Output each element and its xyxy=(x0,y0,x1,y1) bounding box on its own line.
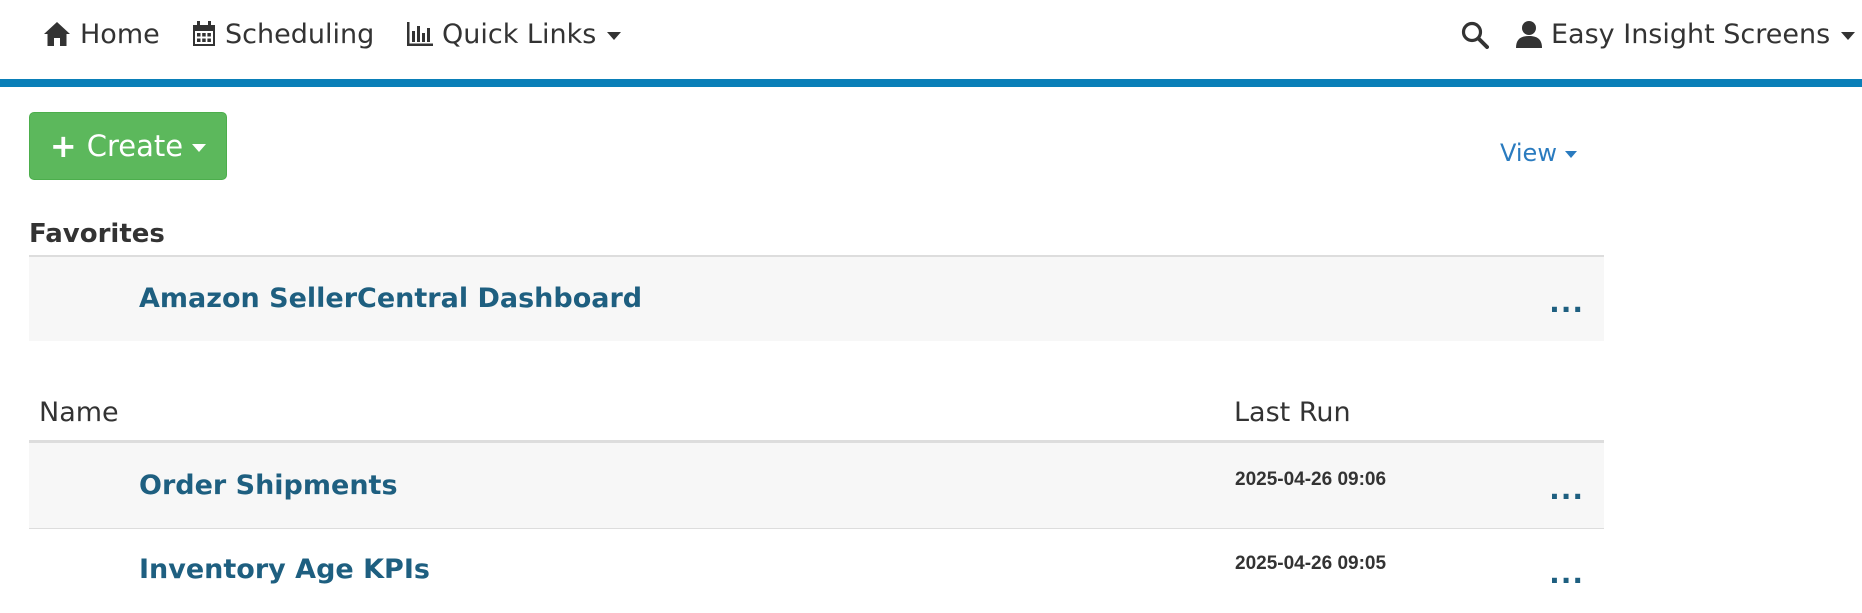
search-icon xyxy=(1461,21,1489,49)
nav-scheduling-label: Scheduling xyxy=(225,18,375,50)
more-options-button[interactable]: ... xyxy=(1549,289,1584,317)
home-icon xyxy=(44,22,70,46)
nav-quick-links-dropdown[interactable]: Quick Links xyxy=(407,18,622,50)
report-link[interactable]: Inventory Age KPIs xyxy=(139,554,430,585)
bar-chart-icon xyxy=(407,22,433,46)
favorites-heading: Favorites xyxy=(29,219,165,249)
user-icon xyxy=(1516,21,1542,48)
calendar-icon xyxy=(193,21,215,46)
user-menu-dropdown[interactable]: Easy Insight Screens xyxy=(1516,18,1856,50)
search-button[interactable] xyxy=(1461,19,1498,51)
more-options-button[interactable]: ... xyxy=(1549,476,1584,504)
view-dropdown[interactable]: View xyxy=(1500,139,1577,167)
plus-icon: + xyxy=(49,127,77,165)
chevron-down-icon xyxy=(607,31,622,40)
report-link[interactable]: Order Shipments xyxy=(139,470,398,501)
chevron-down-icon xyxy=(192,143,207,152)
nav-home-link[interactable]: Home xyxy=(43,18,160,50)
user-name-label: Easy Insight Screens xyxy=(1551,18,1831,50)
chevron-down-icon xyxy=(1564,151,1577,158)
favorite-item-link[interactable]: Amazon SellerCentral Dashboard xyxy=(139,283,642,314)
table-row: Order Shipments 2025-04-26 09:06 ... xyxy=(29,443,1604,528)
create-button[interactable]: + Create xyxy=(29,112,227,180)
chevron-down-icon xyxy=(1841,31,1856,40)
nav-quick-links-label: Quick Links xyxy=(442,18,597,50)
last-run-value: 2025-04-26 09:05 xyxy=(1235,553,1387,574)
nav-scheduling-link[interactable]: Scheduling xyxy=(192,18,374,50)
favorite-item: Amazon SellerCentral Dashboard ... xyxy=(29,257,1604,341)
top-navbar: Home Scheduling Quick Links Easy Insight… xyxy=(0,0,1862,87)
view-dropdown-label: View xyxy=(1500,139,1557,167)
create-button-label: Create xyxy=(86,129,184,163)
table-row: Inventory Age KPIs 2025-04-26 09:05 ... xyxy=(29,529,1604,613)
nav-home-label: Home xyxy=(80,18,160,50)
column-header-name[interactable]: Name xyxy=(39,397,119,428)
last-run-value: 2025-04-26 09:06 xyxy=(1235,469,1387,490)
more-options-button[interactable]: ... xyxy=(1549,560,1584,588)
column-header-last-run[interactable]: Last Run xyxy=(1234,397,1351,428)
